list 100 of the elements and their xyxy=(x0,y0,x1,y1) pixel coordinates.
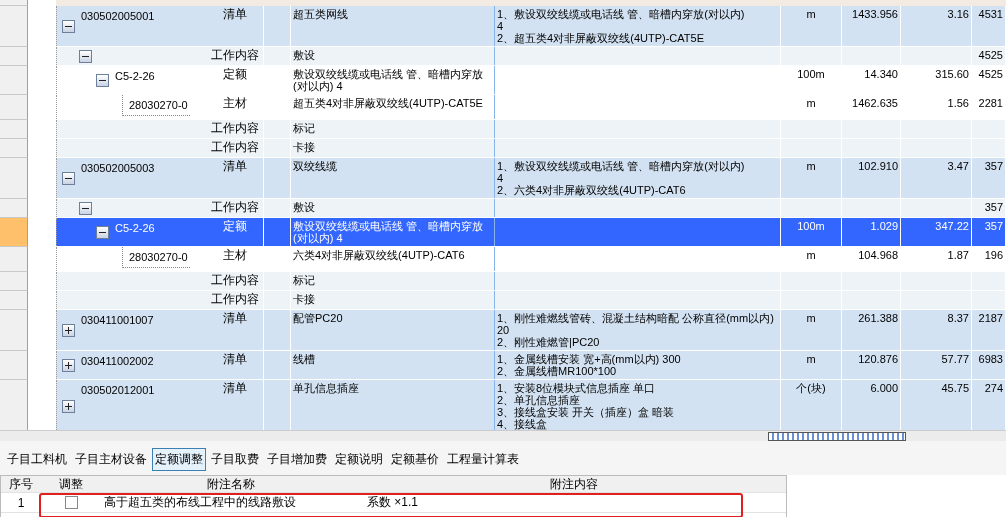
item-name: 超五类4对非屏蔽双绞线(4UTP)-CAT5E xyxy=(293,97,483,109)
item-feature: 1、刚性难燃线管砖、混凝土结构暗配 公称直径(mm以内) 20 2、刚性难燃管|PC20 xyxy=(497,312,775,348)
column-header: 调整 xyxy=(58,475,84,493)
item-name: 卡接 xyxy=(293,141,315,153)
expand-icon[interactable] xyxy=(61,323,75,337)
item-quantity: 102.910 xyxy=(858,160,898,172)
item-name: 线槽 xyxy=(293,353,315,365)
tab[interactable]: 子目取费 xyxy=(208,448,262,471)
item-quantity: 14.340 xyxy=(864,68,898,80)
item-price: 3.47 xyxy=(947,160,969,172)
table-row[interactable]: 030502005003 清单 双绞线缆 1、敷设双绞线缆或电话线 管、暗槽内穿放(对以内) 4 2、六类4对非屏蔽双绞线(4UTP)-CAT6 m 102.910 3.47 357 xyxy=(56,158,1006,199)
table-row[interactable]: 030502012001 清单 单孔信息插座 1、安装8位模块式信息插座 单口 2、单孔信息插座 3、接线盒安装 开关（插座）盒 暗装 4、接线盒 个(块) 6.000 45.75 274 xyxy=(56,380,1006,430)
item-name: 六类4对非屏蔽双绞线(4UTP)-CAT6 xyxy=(293,249,465,261)
item-price: 315.60 xyxy=(935,68,969,80)
item-type: 主材 xyxy=(223,248,247,262)
item-price: 57.77 xyxy=(941,353,969,365)
tab[interactable]: 子目增加费 xyxy=(264,448,330,471)
note-content: 系数 ×1.1 xyxy=(366,494,420,511)
item-quantity: 261.388 xyxy=(858,312,898,324)
item-type: 工作内容 xyxy=(211,273,259,287)
table-row[interactable]: 030411002002 清单 线槽 1、金属线槽安装 宽+高(mm以内) 300 2、金属线槽MR100*100 m 120.876 57.77 6983 xyxy=(56,351,1006,380)
item-quantity: 1433.956 xyxy=(852,8,898,20)
item-total: 4525 xyxy=(978,49,1003,61)
item-quantity: 104.968 xyxy=(858,249,898,261)
item-name: 敷设双绞线缆或电话线 管、暗槽内穿放(对以内) 4 xyxy=(293,68,484,92)
item-type: 工作内容 xyxy=(211,292,259,306)
item-code: 28030270-0 xyxy=(122,95,190,116)
item-type: 清单 xyxy=(223,352,247,366)
item-name: 双绞线缆 xyxy=(293,160,337,172)
table-row[interactable]: 28030270-0 主材 超五类4对非屏蔽双绞线(4UTP)-CAT5E m 1462.635 1.56 2281 xyxy=(56,95,1006,120)
collapse-icon[interactable] xyxy=(78,201,92,215)
row-number: 1 xyxy=(16,495,26,510)
item-quantity: 1.029 xyxy=(870,220,898,232)
tab[interactable]: 定额基价 xyxy=(388,448,442,471)
table-row[interactable]: 工作内容 敷设 4525 xyxy=(56,47,1006,66)
table-row[interactable]: 工作内容 标记 xyxy=(56,120,1006,139)
item-code: 030502005001 xyxy=(80,9,156,24)
item-name: 卡接 xyxy=(293,293,315,305)
item-feature: 1、敷设双绞线缆或电话线 管、暗槽内穿放(对以内) 4 2、六类4对非屏蔽双绞线(4UTP)-CAT6 xyxy=(497,160,746,196)
collapse-icon[interactable] xyxy=(95,225,109,239)
item-quantity: 120.876 xyxy=(858,353,898,365)
tab[interactable]: 定额调整 xyxy=(152,448,206,471)
table-row[interactable]: 工作内容 卡接 xyxy=(56,139,1006,158)
item-name: 标记 xyxy=(293,122,315,134)
item-total: 357 xyxy=(984,160,1003,172)
item-type: 清单 xyxy=(223,381,247,395)
tab[interactable]: 子目工料机 xyxy=(4,448,70,471)
item-type: 工作内容 xyxy=(211,121,259,135)
checkbox[interactable] xyxy=(64,496,78,509)
item-code: 28030270-0 xyxy=(122,247,190,268)
collapse-icon[interactable] xyxy=(61,19,75,33)
tab[interactable]: 定额说明 xyxy=(332,448,386,471)
item-quantity: 6.000 xyxy=(870,382,898,394)
table-row[interactable]: 28030270-0 主材 六类4对非屏蔽双绞线(4UTP)-CAT6 m 104.968 1.87 196 xyxy=(56,247,1006,272)
table-row[interactable]: C5-2-26 定额 敷设双绞线缆或电话线 管、暗槽内穿放(对以内) 4 100m 14.340 315.60 4525 xyxy=(56,66,1006,95)
item-code: C5-2-26 xyxy=(114,69,156,84)
item-unit: 100m xyxy=(797,220,825,232)
item-unit: m xyxy=(806,353,816,365)
item-name: 敷设双绞线缆或电话线 管、暗槽内穿放(对以内) 4 xyxy=(293,220,484,244)
item-code: 030411001007 xyxy=(80,313,155,328)
item-price: 8.37 xyxy=(947,312,969,324)
item-name: 敷设 xyxy=(293,201,315,213)
item-total: 357 xyxy=(984,220,1003,232)
item-total: 4525 xyxy=(978,68,1003,80)
item-feature: 1、金属线槽安装 宽+高(mm以内) 300 2、金属线槽MR100*100 xyxy=(497,353,682,377)
item-price: 347.22 xyxy=(935,220,969,232)
item-unit: m xyxy=(806,312,816,324)
item-name: 标记 xyxy=(293,274,315,286)
table-row[interactable]: 工作内容 卡接 xyxy=(56,291,1006,310)
item-type: 清单 xyxy=(223,311,247,325)
item-price: 3.16 xyxy=(947,8,969,20)
item-code: 030502005003 xyxy=(80,161,156,176)
collapse-icon[interactable] xyxy=(78,49,92,63)
item-unit: 100m xyxy=(797,68,825,80)
item-total: 357 xyxy=(984,201,1003,213)
item-code: 030502012001 xyxy=(80,383,156,398)
collapse-icon[interactable] xyxy=(61,171,75,185)
scroll-thumb[interactable] xyxy=(768,432,906,441)
item-unit: m xyxy=(806,8,816,20)
table-row[interactable]: 工作内容 标记 xyxy=(56,272,1006,291)
tab[interactable]: 子目主材设备 xyxy=(72,448,150,471)
table-row[interactable]: 030502005001 清单 超五类网线 1、敷设双绞线缆或电话线 管、暗槽内穿放(对以内) 4 2、超五类4对非屏蔽双绞线(4UTP)-CAT5E m 1433.956 3.16 4531 xyxy=(56,6,1006,47)
tab[interactable]: 工程量计算表 xyxy=(444,448,522,471)
item-total: 2281 xyxy=(978,97,1003,109)
item-type: 工作内容 xyxy=(211,140,259,154)
item-type: 工作内容 xyxy=(211,48,259,62)
item-name: 单孔信息插座 xyxy=(293,382,359,394)
table-row[interactable]: 工作内容 敷设 357 xyxy=(56,199,1006,218)
collapse-icon[interactable] xyxy=(95,73,109,87)
table-row[interactable]: C5-2-26 定额 敷设双绞线缆或电话线 管、暗槽内穿放(对以内) 4 100m 1.029 347.22 357 xyxy=(56,218,1006,247)
expand-icon[interactable] xyxy=(61,399,75,413)
column-header: 附注名称 xyxy=(206,475,256,493)
item-unit: 个(块) xyxy=(796,382,826,394)
item-total: 4531 xyxy=(978,8,1003,20)
item-name: 敷设 xyxy=(293,49,315,61)
item-feature: 1、敷设双绞线缆或电话线 管、暗槽内穿放(对以内) 4 2、超五类4对非屏蔽双绞线(4UTP)-CAT5E xyxy=(497,8,746,44)
expand-icon[interactable] xyxy=(61,358,75,372)
item-total: 274 xyxy=(984,382,1003,394)
table-row[interactable]: 030411001007 清单 配管PC20 1、刚性难燃线管砖、混凝土结构暗配 公称直径(mm以内) 20 2、刚性难燃管|PC20 m 261.388 8.37 2187 xyxy=(56,310,1006,351)
column-header: 附注内容 xyxy=(548,475,599,493)
